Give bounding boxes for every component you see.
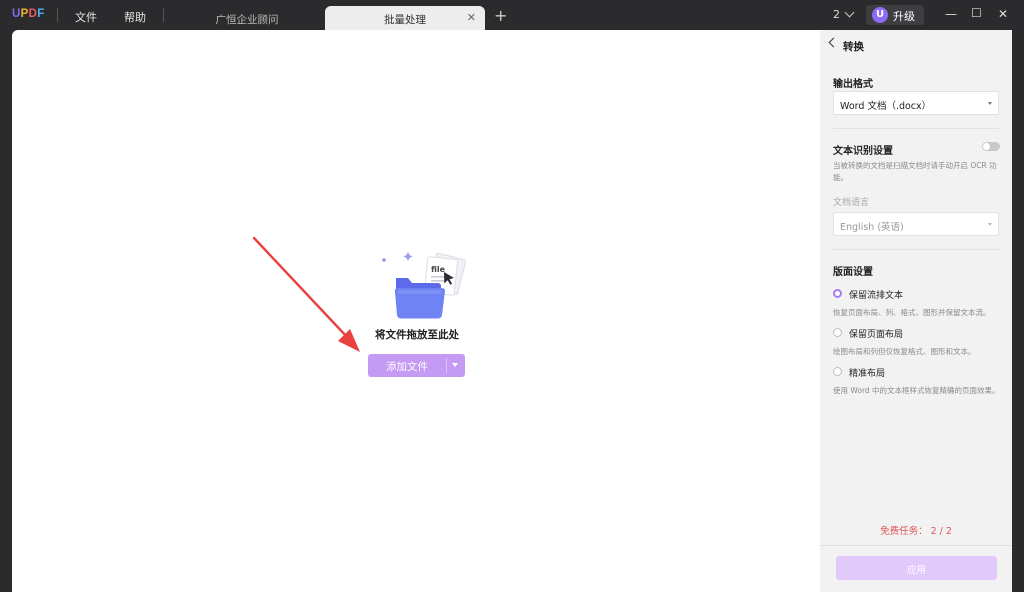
window-switcher[interactable]: 2 [833,7,855,21]
select-value: Word 文档（.docx） [840,101,932,112]
free-tasks-counter: 免费任务： 2 / 2 [880,526,952,537]
divider [833,128,999,129]
toggle-knob [983,143,990,150]
svg-text:file: file [431,265,446,274]
convert-panel: 转换 输出格式 Word 文档（.docx） 文本识别设置 当被转换的文档是扫描… [820,30,1012,592]
close-window-button[interactable]: ✕ [998,7,1008,21]
ocr-heading: 文本识别设置 [833,146,893,157]
ocr-description: 当被转换的文档是扫描文档时请手动开启 OCR 功能。 [833,161,997,182]
caret-down-icon[interactable] [452,363,458,367]
menu-file[interactable]: 文件 [75,9,97,25]
minimize-button[interactable]: — [945,7,957,21]
upgrade-label: 升级 [893,10,915,23]
radio-label[interactable]: 保留流排文本 [849,288,903,301]
tab-label: 批量处理 [384,14,426,26]
radio-flowing-text[interactable] [833,289,842,298]
divider [163,8,164,22]
avatar: U [872,7,888,23]
add-file-label: 添加文件 [386,361,428,373]
layout-heading: 版面设置 [833,267,873,278]
radio-description: 使用 Word 中的文本框样式恢复精确的页面效果。 [833,386,1000,395]
language-select[interactable]: English (英语) [833,212,999,236]
radio-description: 绘图布局和列但仅恢复格式、图形和文本。 [833,347,976,356]
radio-exact-layout[interactable] [833,367,842,376]
menu-help[interactable]: 帮助 [124,9,146,25]
caret-down-icon [988,223,992,226]
divider [820,545,1012,546]
drop-zone[interactable]: file 将文件拖放至此处 添加文件 [12,30,820,592]
tab-document[interactable]: 广恒企业顾问 [172,6,322,30]
output-format-heading: 输出格式 [833,79,873,90]
radio-page-layout[interactable] [833,328,842,337]
chevron-down-icon [844,7,855,18]
select-value: English (英语) [840,222,904,233]
radio-label[interactable]: 精准布局 [849,366,885,379]
app-logo: UPDF [12,8,45,20]
add-tab-button[interactable]: + [494,6,507,25]
drop-hint-text: 将文件拖放至此处 [375,329,459,341]
radio-description: 恢复页面布局、列、格式、图形并保留文本流。 [833,308,991,317]
back-arrow-icon[interactable] [828,37,839,48]
window-count: 2 [833,8,840,21]
apply-button[interactable]: 应用 [836,556,997,580]
radio-label[interactable]: 保留页面布局 [849,327,903,340]
language-label: 文档语言 [833,198,870,208]
divider [446,358,447,373]
tab-label: 广恒企业顾问 [215,14,279,26]
add-file-button[interactable]: 添加文件 [368,354,465,377]
divider [833,249,999,250]
upgrade-button[interactable]: U 升级 [866,5,924,25]
output-format-select[interactable]: Word 文档（.docx） [833,91,999,115]
ocr-toggle[interactable] [982,142,1000,151]
title-bar: UPDF 文件 帮助 广恒企业顾问 批量处理 ✕ + 2 U 升级 — ☐ ✕ [0,0,1024,30]
caret-down-icon [988,102,992,105]
divider [57,8,58,22]
tab-batch[interactable]: 批量处理 ✕ [325,6,485,30]
apply-label: 应用 [906,565,926,576]
panel-title: 转换 [843,41,864,53]
close-tab-icon[interactable]: ✕ [467,11,476,24]
maximize-button[interactable]: ☐ [971,6,982,20]
